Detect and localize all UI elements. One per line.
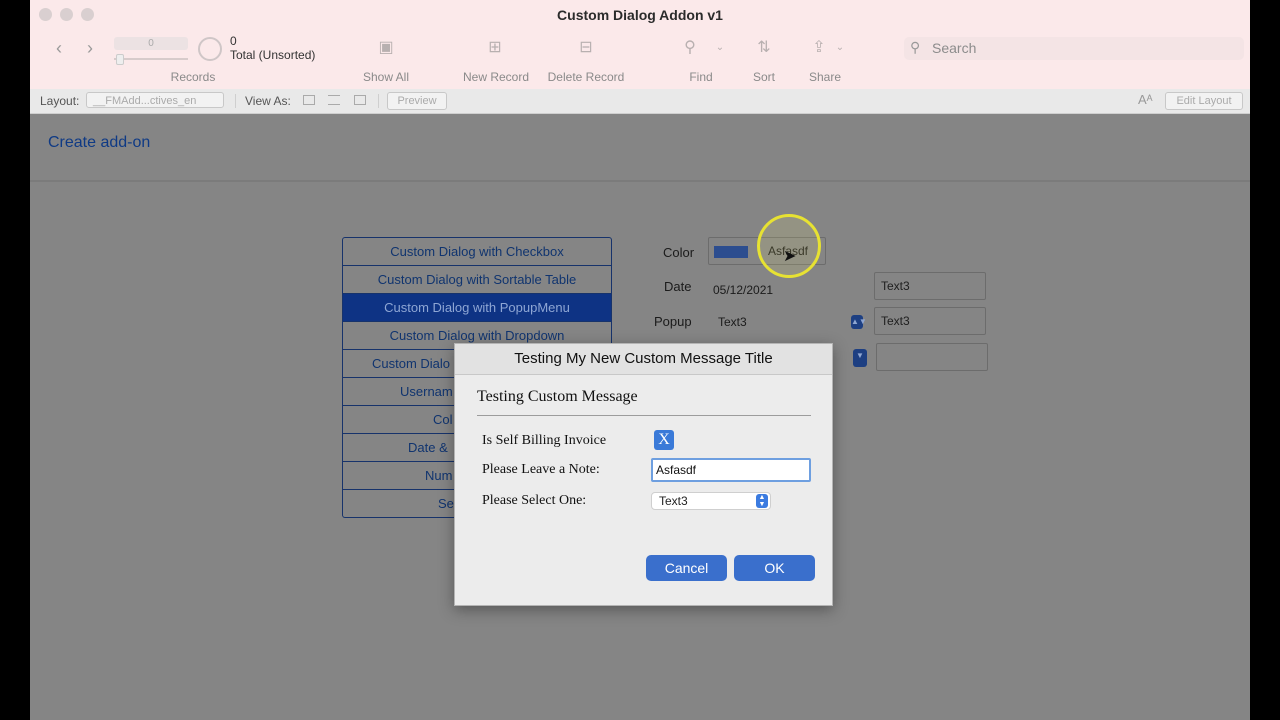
record-slider[interactable]	[114, 58, 188, 60]
layout-label: Layout:	[40, 94, 80, 108]
view-as-label: View As:	[245, 94, 291, 108]
popup-chevron-icon[interactable]: ▲▼	[851, 315, 867, 329]
select-one-dropdown[interactable]: Text3 ▲ ▼	[651, 492, 771, 510]
record-number-field[interactable]: 0	[114, 37, 188, 50]
checkbox-label: Is Self Billing Invoice	[482, 433, 607, 448]
share-icon[interactable]: ⇪	[811, 40, 827, 56]
popup-label: Popup	[654, 314, 692, 329]
cancel-button[interactable]: Cancel	[646, 555, 727, 581]
window-title: Custom Dialog Addon v1	[557, 7, 723, 23]
note-label: Please Leave a Note:	[482, 462, 600, 477]
share-chevron-down-icon[interactable]: ⌄	[832, 40, 848, 56]
table-view-icon[interactable]	[354, 95, 366, 105]
divider	[235, 94, 236, 108]
select-value: Text3	[659, 494, 688, 508]
find-button[interactable]: Find	[681, 70, 721, 84]
layout-select-value: __FMAdd...ctives_en	[93, 95, 197, 107]
delete-record-button[interactable]: Delete Record	[541, 70, 631, 84]
button-popupmenu-dialog[interactable]: Custom Dialog with PopupMenu	[342, 294, 612, 322]
font-size-icon[interactable]: Aᴬ	[1138, 92, 1153, 107]
page-title: Create add-on	[48, 134, 151, 151]
color-swatch	[714, 246, 748, 258]
dialog-divider	[477, 415, 811, 416]
search-placeholder: Search	[932, 40, 977, 56]
divider	[378, 94, 379, 108]
sort-icon[interactable]: ⇅	[756, 40, 772, 56]
custom-dialog: Testing My New Custom Message Title Test…	[454, 343, 833, 606]
find-chevron-down-icon[interactable]: ⌄	[712, 40, 728, 56]
edit-layout-button[interactable]: Edit Layout	[1165, 92, 1243, 110]
date-value[interactable]: 05/12/2021	[713, 283, 773, 297]
color-label: Color	[663, 245, 695, 260]
title-bar: Custom Dialog Addon v1 ‹ › 0 0 Total (Un…	[30, 0, 1250, 90]
share-button[interactable]: Share	[805, 70, 845, 84]
show-all-icon[interactable]: ▣	[378, 40, 394, 56]
dropdown-chevron-icon[interactable]: ▼	[853, 349, 867, 367]
record-slider-handle[interactable]	[116, 54, 124, 65]
text3-field-1[interactable]: Text3	[874, 272, 986, 300]
empty-field[interactable]	[876, 343, 988, 371]
dialog-title: Testing My New Custom Message Title	[455, 344, 832, 375]
popup-value[interactable]: Text3	[718, 315, 747, 329]
sort-button[interactable]: Sort	[748, 70, 780, 84]
next-record-icon[interactable]: ›	[87, 38, 93, 59]
list-view-icon[interactable]	[328, 95, 340, 105]
date-label: Date	[664, 279, 692, 294]
new-record-icon[interactable]: ⊞	[487, 40, 503, 56]
find-icon[interactable]: ⚲	[682, 40, 698, 56]
note-input[interactable]: Asfasdf	[651, 458, 811, 482]
preview-button[interactable]: Preview	[387, 92, 447, 110]
form-view-icon[interactable]	[303, 95, 315, 105]
layout-select[interactable]: __FMAdd...ctives_en	[86, 92, 224, 108]
records-label: Records	[170, 70, 216, 84]
select-chevron-icon: ▲ ▼	[756, 494, 768, 508]
dialog-message: Testing Custom Message	[477, 388, 638, 405]
text3-field-2[interactable]: Text3	[874, 307, 986, 335]
new-record-button[interactable]: New Record	[456, 70, 536, 84]
select-label: Please Select One:	[482, 493, 587, 508]
found-set-pie-icon	[198, 37, 222, 61]
found-count: 0	[230, 34, 237, 48]
button-sortable-table-dialog[interactable]: Custom Dialog with Sortable Table	[342, 266, 612, 294]
ok-button[interactable]: OK	[734, 555, 815, 581]
button-checkbox-dialog[interactable]: Custom Dialog with Checkbox	[342, 237, 612, 266]
total-label: Total (Unsorted)	[230, 48, 316, 62]
mouse-pointer-icon: ➤	[783, 248, 797, 265]
header-divider	[30, 180, 1250, 182]
show-all-button[interactable]: Show All	[356, 70, 416, 84]
previous-record-icon[interactable]: ‹	[56, 38, 62, 59]
layout-bar: Layout: __FMAdd...ctives_en View As: Pre…	[30, 89, 1250, 114]
self-billing-checkbox[interactable]: X	[654, 430, 674, 450]
search-icon: ⚲	[910, 39, 921, 55]
delete-record-icon[interactable]: ⊟	[578, 40, 594, 56]
search-field[interactable]: ⚲ Search	[904, 37, 1244, 60]
